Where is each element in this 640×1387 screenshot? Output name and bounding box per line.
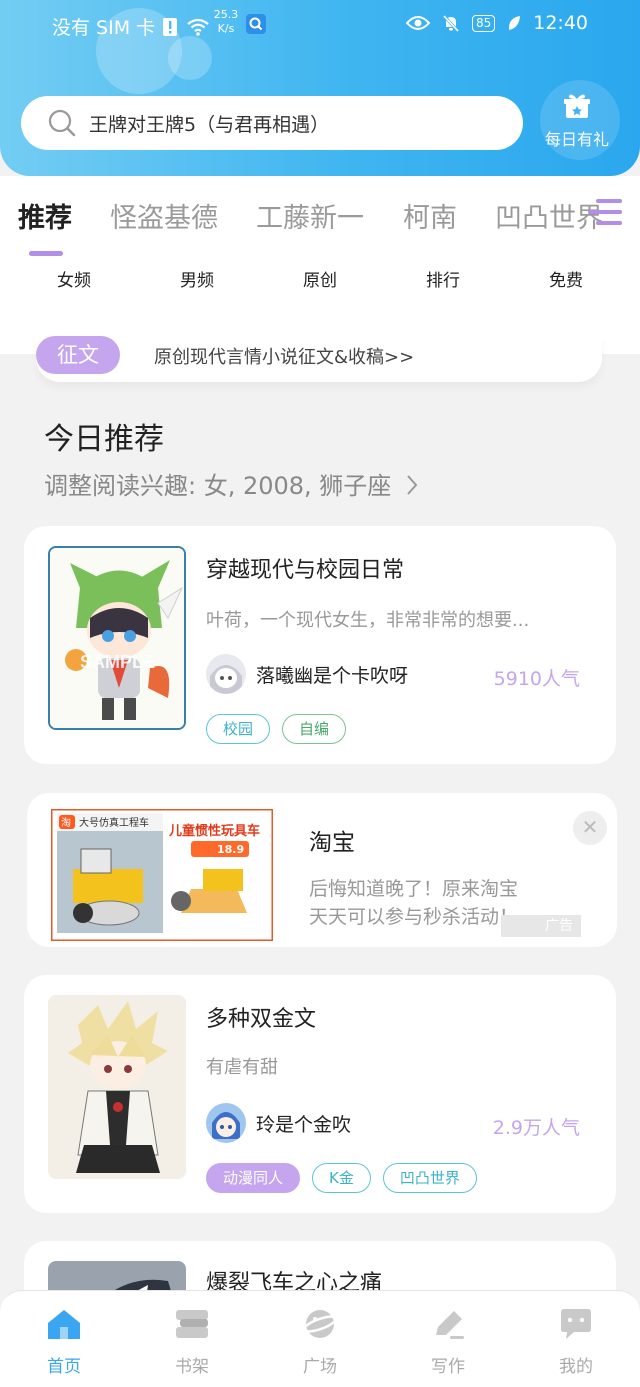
daily-gift-button[interactable]: 每日有礼 [540, 92, 614, 150]
carrier-label: 没有 SIM 卡 [52, 13, 209, 40]
close-icon[interactable]: ✕ [573, 811, 607, 845]
search-icon [48, 109, 76, 137]
ad-image-price: 18.9 [217, 843, 244, 856]
search-notification-icon [246, 14, 266, 34]
wifi-icon [187, 18, 209, 36]
nav-me[interactable]: 我的 [526, 1307, 626, 1377]
gift-icon [564, 94, 590, 118]
tab-recommend[interactable]: 推荐 [18, 196, 72, 235]
ad-title: 淘宝 [309, 830, 355, 856]
subcategory-original[interactable]: 原创 [280, 266, 360, 291]
sim-alert-icon [163, 18, 178, 36]
ad-description: 后悔知道晚了！原来淘宝 天天可以参与秒杀活动！ [309, 878, 519, 928]
book-author[interactable]: 玲是个金吹 [206, 1103, 351, 1143]
ad-image-tag: 淘 [61, 816, 71, 829]
chat-bubble-icon [561, 1309, 591, 1339]
author-name: 玲是个金吹 [256, 1113, 352, 1136]
tag-aotu-world[interactable]: 凹凸世界 [382, 1163, 477, 1193]
battery-indicator: 85 [471, 14, 496, 32]
eye-icon [405, 16, 430, 30]
subcategory-row: 女频 男频 原创 排行 免费 [0, 266, 640, 296]
contest-banner[interactable]: 征文 原创现代言情小说征文&收稿>> [36, 334, 602, 382]
author-name: 落曦幽是个卡吹呀 [256, 664, 409, 687]
popularity-count: 2.9万人气 [492, 1117, 580, 1139]
tag-k-gold[interactable]: K金 [312, 1163, 371, 1193]
contest-pill: 征文 [36, 336, 120, 374]
book-author[interactable]: 落曦幽是个卡吹呀 [206, 654, 408, 694]
subcategory-free[interactable]: 免费 [526, 266, 606, 291]
subcategory-male[interactable]: 男频 [157, 266, 237, 291]
tab-conan[interactable]: 柯南 [403, 196, 457, 235]
bottom-navigation: 首页 书架 广场 写作 我的 [0, 1290, 640, 1387]
ad-badge: 广告 [501, 915, 581, 937]
channel-tabs: 推荐 怪盗基德 工藤新一 柯南 凹凸世界 [0, 196, 640, 241]
pen-icon [436, 1311, 464, 1339]
book-card[interactable]: 多种双金文 有虐有甜 玲是个金吹 2.9万人气 动漫同人 K金 凹凸世界 [24, 975, 616, 1213]
book-title: 穿越现代与校园日常 [206, 558, 405, 583]
tab-kudo-shinichi[interactable]: 工藤新一 [256, 196, 364, 235]
ad-image: 淘 大号仿真工程车 儿童惯性玩具车 18.9 [51, 809, 273, 941]
chevron-right-icon [407, 475, 418, 495]
search-bar[interactable]: 王牌对王牌5（与君再相遇） [21, 96, 523, 150]
mute-bell-icon [442, 14, 460, 32]
subcategory-ranking[interactable]: 排行 [403, 266, 483, 291]
nav-bookshelf[interactable]: 书架 [142, 1307, 242, 1377]
nav-write[interactable]: 写作 [398, 1307, 498, 1377]
reading-interest-link[interactable]: 调整阅读兴趣: 女, 2008, 狮子座 [44, 466, 419, 501]
contest-text: 原创现代言情小说征文&收稿>> [154, 347, 415, 368]
book-card[interactable]: SAMPLE 穿越现代与校园日常 叶荷，一个现代女生，非常非常的想要... 落曦… [24, 526, 616, 764]
book-cover [48, 995, 186, 1179]
book-title: 多种双金文 [206, 1007, 317, 1032]
planet-icon [302, 1310, 338, 1338]
tab-kaito-kid[interactable]: 怪盗基德 [110, 196, 218, 235]
tag-self-written[interactable]: 自编 [282, 714, 347, 744]
nav-home[interactable]: 首页 [14, 1307, 114, 1377]
subcategory-female[interactable]: 女频 [34, 266, 114, 291]
book-description: 有虐有甜 [206, 1057, 278, 1078]
tag-list: 校园 自编 [206, 714, 347, 744]
status-bar: 没有 SIM 卡 25.3 K/s 85 12:40 [0, 0, 640, 50]
section-title: 今日推荐 [44, 422, 164, 457]
tab-indicator [29, 251, 63, 256]
leaf-icon [509, 16, 521, 30]
nav-plaza[interactable]: 广场 [270, 1307, 370, 1377]
ad-image-caption: 大号仿真工程车 [79, 816, 149, 829]
clock: 12:40 [533, 12, 588, 34]
tag-campus[interactable]: 校园 [206, 714, 271, 744]
gift-label: 每日有礼 [544, 130, 609, 149]
book-cover: SAMPLE [48, 546, 186, 730]
network-speed: 25.3 K/s [213, 8, 239, 35]
status-right: 85 12:40 [405, 12, 588, 34]
book-description: 叶荷，一个现代女生，非常非常的想要... [206, 610, 530, 631]
bookshelf-icon [176, 1310, 208, 1338]
svg-text:SAMPLE: SAMPLE [80, 652, 155, 672]
avatar [206, 654, 246, 694]
home-icon [48, 1310, 80, 1339]
tab-menu-icon[interactable] [586, 196, 624, 230]
tag-list: 动漫同人 K金 凹凸世界 [206, 1163, 477, 1193]
popularity-count: 5910人气 [493, 668, 580, 690]
tag-anime-fanfic[interactable]: 动漫同人 [206, 1163, 301, 1193]
avatar [206, 1103, 246, 1143]
search-query: 王牌对王牌5（与君再相遇） [89, 113, 330, 136]
reading-interest-text: 调整阅读兴趣: 女, 2008, 狮子座 [44, 472, 392, 500]
ad-card[interactable]: 淘 大号仿真工程车 儿童惯性玩具车 18.9 淘宝 后悔知道晚了！原来淘宝 天天… [27, 793, 617, 947]
ad-image-headline: 儿童惯性玩具车 [168, 823, 260, 839]
